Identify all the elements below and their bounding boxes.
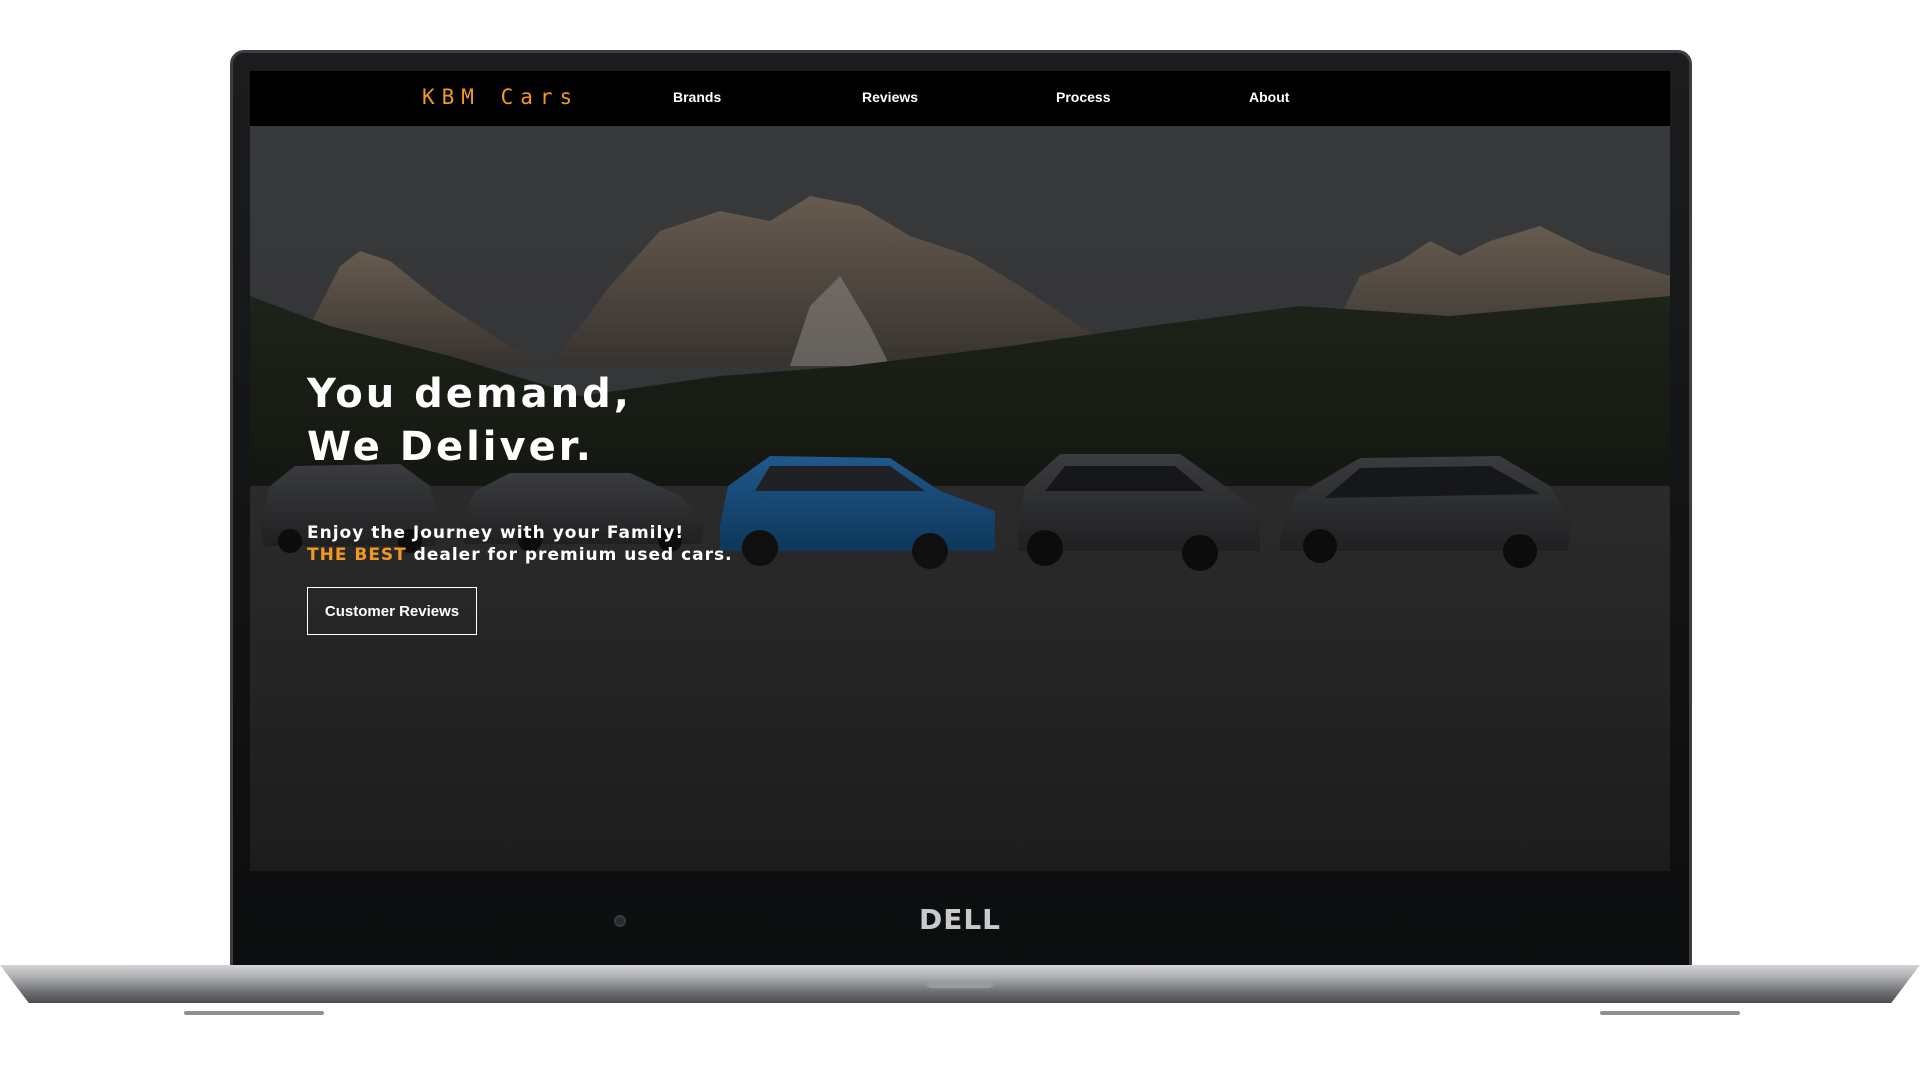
- webcam-icon: [614, 915, 626, 927]
- laptop-mockup: KBM Cars Brands Reviews Process About Yo…: [0, 0, 1920, 1080]
- tagline-line-2: THE BEST dealer for premium used cars.: [307, 544, 733, 566]
- customer-reviews-button[interactable]: Customer Reviews: [307, 587, 477, 635]
- tagline-rest: dealer for premium used cars.: [406, 545, 733, 565]
- hero-headline: You demand, We Deliver.: [307, 368, 632, 474]
- nav-link-about[interactable]: About: [1249, 89, 1289, 105]
- dell-logo: DELL: [918, 903, 1002, 936]
- top-navbar: KBM Cars Brands Reviews Process About: [250, 71, 1670, 126]
- brand-logo[interactable]: KBM Cars: [422, 85, 579, 109]
- laptop-hinge-notch: [926, 981, 994, 988]
- hero-section: You demand, We Deliver. Enjoy the Journe…: [250, 126, 1670, 871]
- nav-link-process[interactable]: Process: [1056, 89, 1110, 105]
- headline-line-2: We Deliver.: [307, 424, 594, 470]
- hero-tagline: Enjoy the Journey with your Family! THE …: [307, 522, 733, 566]
- tagline-line-1: Enjoy the Journey with your Family!: [307, 523, 685, 543]
- hero-dark-overlay: [250, 126, 1670, 871]
- tagline-accent: THE BEST: [307, 545, 407, 565]
- browser-screen: KBM Cars Brands Reviews Process About Yo…: [250, 71, 1670, 871]
- speaker-grille-left: [184, 1011, 324, 1015]
- speaker-grille-right: [1600, 1011, 1740, 1015]
- nav-link-brands[interactable]: Brands: [673, 89, 721, 105]
- headline-line-1: You demand,: [307, 371, 632, 417]
- nav-link-reviews[interactable]: Reviews: [862, 89, 918, 105]
